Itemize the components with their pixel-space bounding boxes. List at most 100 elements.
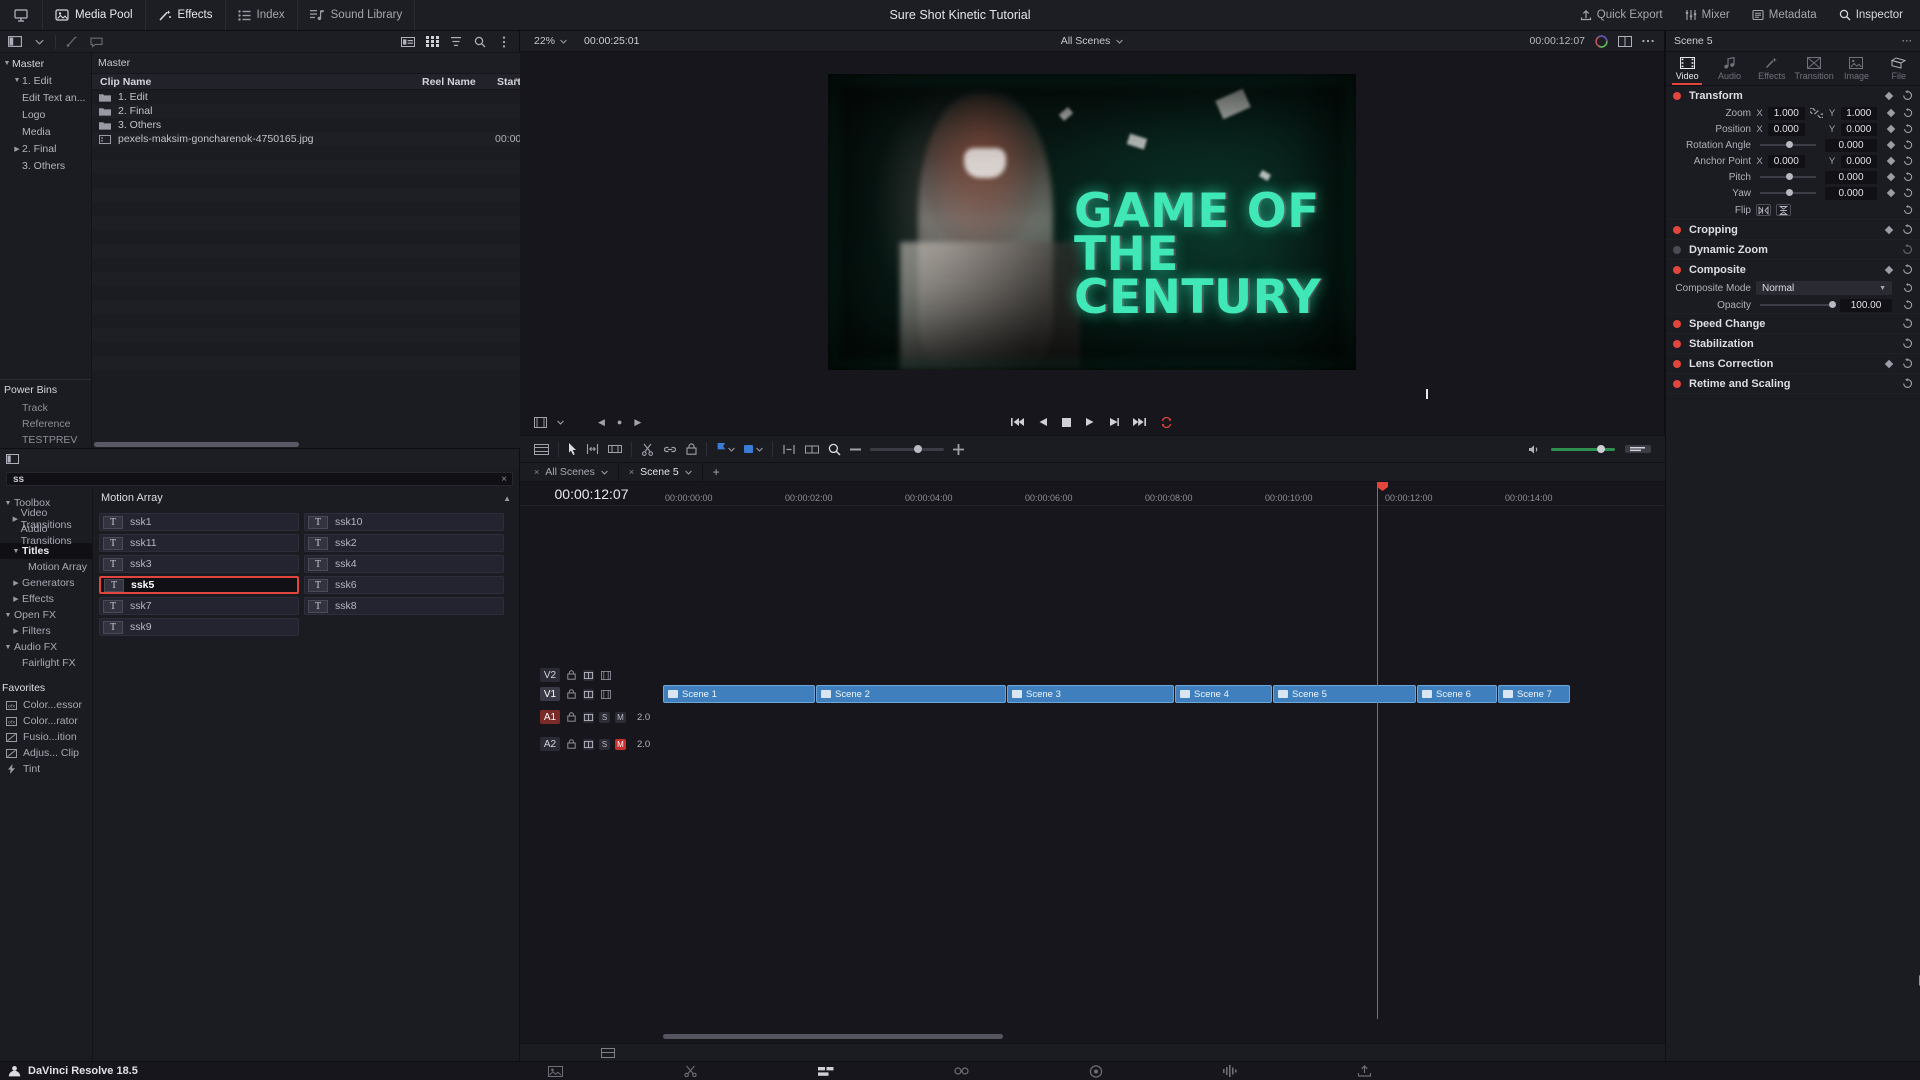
tab-scene-5[interactable]: × Scene 5	[619, 463, 703, 482]
effect-tile-ssk9[interactable]: T ssk9	[99, 618, 299, 636]
track-lock-icon[interactable]	[565, 669, 578, 682]
effects-button[interactable]: Effects	[146, 0, 226, 30]
add-timeline-tab-button[interactable]: +	[703, 465, 730, 479]
close-icon[interactable]: ×	[629, 467, 634, 477]
tab-video[interactable]: Video	[1666, 52, 1708, 85]
track-mute-button[interactable]: M	[615, 712, 626, 723]
pitch-input[interactable]: 0.000	[1825, 171, 1877, 184]
track-video-icon[interactable]	[599, 688, 612, 701]
section-header-lens-correction[interactable]: Lens Correction	[1666, 354, 1920, 373]
bin-item-1-edit[interactable]: ▼ 1. Edit	[0, 72, 91, 89]
flag-tool-icon[interactable]	[716, 443, 735, 455]
timeline-clip[interactable]: Scene 3	[1007, 685, 1174, 703]
section-enable-toggle[interactable]	[1673, 246, 1681, 254]
position-y-input[interactable]: 0.000	[1841, 123, 1878, 136]
section-enable-toggle[interactable]	[1673, 320, 1681, 328]
timeline-body[interactable]: V2 V1	[520, 506, 1665, 1043]
section-enable-toggle[interactable]	[1673, 340, 1681, 348]
timeline-clip[interactable]: Scene 6	[1417, 685, 1497, 703]
reset-icon[interactable]	[1902, 90, 1913, 101]
speaker-icon[interactable]	[1528, 444, 1541, 455]
timeline-zoom-slider[interactable]	[870, 448, 944, 451]
snapping-icon[interactable]	[782, 444, 796, 455]
chevron-up-icon[interactable]: ▲	[503, 494, 511, 503]
effect-tile-ssk11[interactable]: T ssk11	[99, 534, 299, 552]
edit-page-icon[interactable]	[818, 1066, 834, 1077]
table-row[interactable]: pexels-maksim-goncharenok-4750165.jpg 00…	[92, 132, 557, 146]
jump-to-end-button[interactable]	[1133, 417, 1146, 427]
track-lock-icon[interactable]	[565, 688, 578, 701]
track-auto-select-icon[interactable]	[583, 739, 594, 750]
yaw-input[interactable]: 0.000	[1825, 187, 1877, 200]
favorite-item[interactable]: ofx Color...essor	[0, 697, 92, 713]
viewer-mode-selector[interactable]: All Scenes	[520, 35, 1664, 47]
media-page-icon[interactable]	[548, 1066, 563, 1077]
table-row[interactable]: 3. Others	[92, 118, 557, 132]
track-lock-icon[interactable]	[565, 711, 578, 724]
zoom-x-input[interactable]: 1.000	[1768, 107, 1805, 120]
bin-item-media[interactable]: Media	[0, 123, 91, 140]
track-solo-button[interactable]: S	[599, 712, 610, 723]
keyframe-icon[interactable]	[1887, 189, 1895, 197]
reset-icon[interactable]	[1903, 283, 1913, 293]
clip-list-horizontal-scrollbar[interactable]	[94, 442, 299, 447]
reset-icon[interactable]	[1902, 378, 1913, 389]
audio-level-knob[interactable]	[1597, 445, 1605, 453]
anchor-y-input[interactable]: 0.000	[1841, 155, 1878, 168]
color-page-icon[interactable]	[1089, 1065, 1103, 1078]
inspector-button[interactable]: Inspector	[1828, 9, 1914, 21]
track-header-v2[interactable]: V2	[520, 666, 663, 684]
timeline-lanes[interactable]: Scene 1 Scene 2 Scene 3	[663, 666, 1665, 704]
razor-edit-icon[interactable]	[641, 443, 654, 456]
flag-zoom-icon[interactable]	[805, 444, 819, 455]
power-bin-item-track[interactable]: Track	[0, 400, 91, 416]
deliver-page-icon[interactable]	[1357, 1065, 1372, 1077]
column-reel-name[interactable]: Reel Name	[422, 76, 497, 88]
timeline-footer-icon[interactable]	[601, 1048, 615, 1058]
clip-color-icon[interactable]	[61, 33, 83, 51]
keyframe-icon[interactable]	[1887, 141, 1895, 149]
fx-node-open-fx[interactable]: ▼ Open FX	[0, 607, 92, 623]
track-mute-button[interactable]: M	[615, 739, 626, 750]
bin-item-3-others[interactable]: 3. Others	[0, 157, 91, 174]
timeline-lane-v2[interactable]	[663, 666, 1665, 684]
favorite-item[interactable]: Fusio...ition	[0, 729, 92, 745]
fx-node-effects[interactable]: ▶ Effects	[0, 591, 92, 607]
sidebar-toggle-icon[interactable]	[4, 33, 26, 51]
keyframe-icon[interactable]	[1887, 173, 1895, 181]
effect-tile-ssk10[interactable]: T ssk10	[304, 513, 504, 531]
yaw-slider[interactable]	[1760, 192, 1816, 194]
fx-node-audio-transitions[interactable]: Audio Transitions	[0, 527, 92, 543]
section-enable-toggle[interactable]	[1673, 92, 1681, 100]
table-row[interactable]: 1. Edit	[92, 90, 557, 104]
power-bin-item-testprev[interactable]: TESTPREV	[0, 432, 91, 448]
viewer-jog-bar[interactable]	[520, 391, 1664, 409]
effect-tile-ssk6[interactable]: T ssk6	[304, 576, 504, 594]
step-back-button[interactable]	[1038, 417, 1048, 427]
fx-node-audio-fx[interactable]: ▼ Audio FX	[0, 639, 92, 655]
playhead-handle[interactable]	[1377, 482, 1388, 491]
track-auto-select-icon[interactable]	[583, 712, 594, 723]
linked-selection-icon[interactable]	[663, 444, 677, 455]
rotation-input[interactable]: 0.000	[1825, 139, 1877, 152]
chevron-down-icon[interactable]	[28, 33, 50, 51]
viewer-stage[interactable]: GAME OF THE CENTURY	[520, 52, 1664, 391]
opacity-slider[interactable]	[1760, 304, 1831, 306]
zoom-slider-knob[interactable]	[914, 445, 922, 453]
timeline-clip[interactable]: Scene 2	[816, 685, 1006, 703]
column-clip-name[interactable]: Clip Name	[92, 76, 422, 88]
reset-icon[interactable]	[1903, 188, 1913, 198]
track-lock-icon[interactable]	[565, 738, 578, 751]
loop-button[interactable]	[1160, 417, 1173, 428]
reset-icon[interactable]	[1902, 338, 1913, 349]
yaw-slider-knob[interactable]	[1786, 189, 1793, 196]
media-pool-options-icon[interactable]	[493, 33, 515, 51]
track-header-a1[interactable]: A1 S M 2.0	[520, 704, 663, 730]
effects-sidebar-toggle-icon[interactable]	[4, 452, 20, 466]
trim-edit-mode-icon[interactable]	[586, 443, 599, 455]
tab-all-scenes[interactable]: × All Scenes	[524, 463, 619, 482]
reset-icon[interactable]	[1902, 358, 1913, 369]
home-screen-icon[interactable]	[0, 0, 43, 30]
stop-button[interactable]	[1062, 418, 1071, 427]
power-bins-title[interactable]: Power Bins	[0, 380, 91, 400]
